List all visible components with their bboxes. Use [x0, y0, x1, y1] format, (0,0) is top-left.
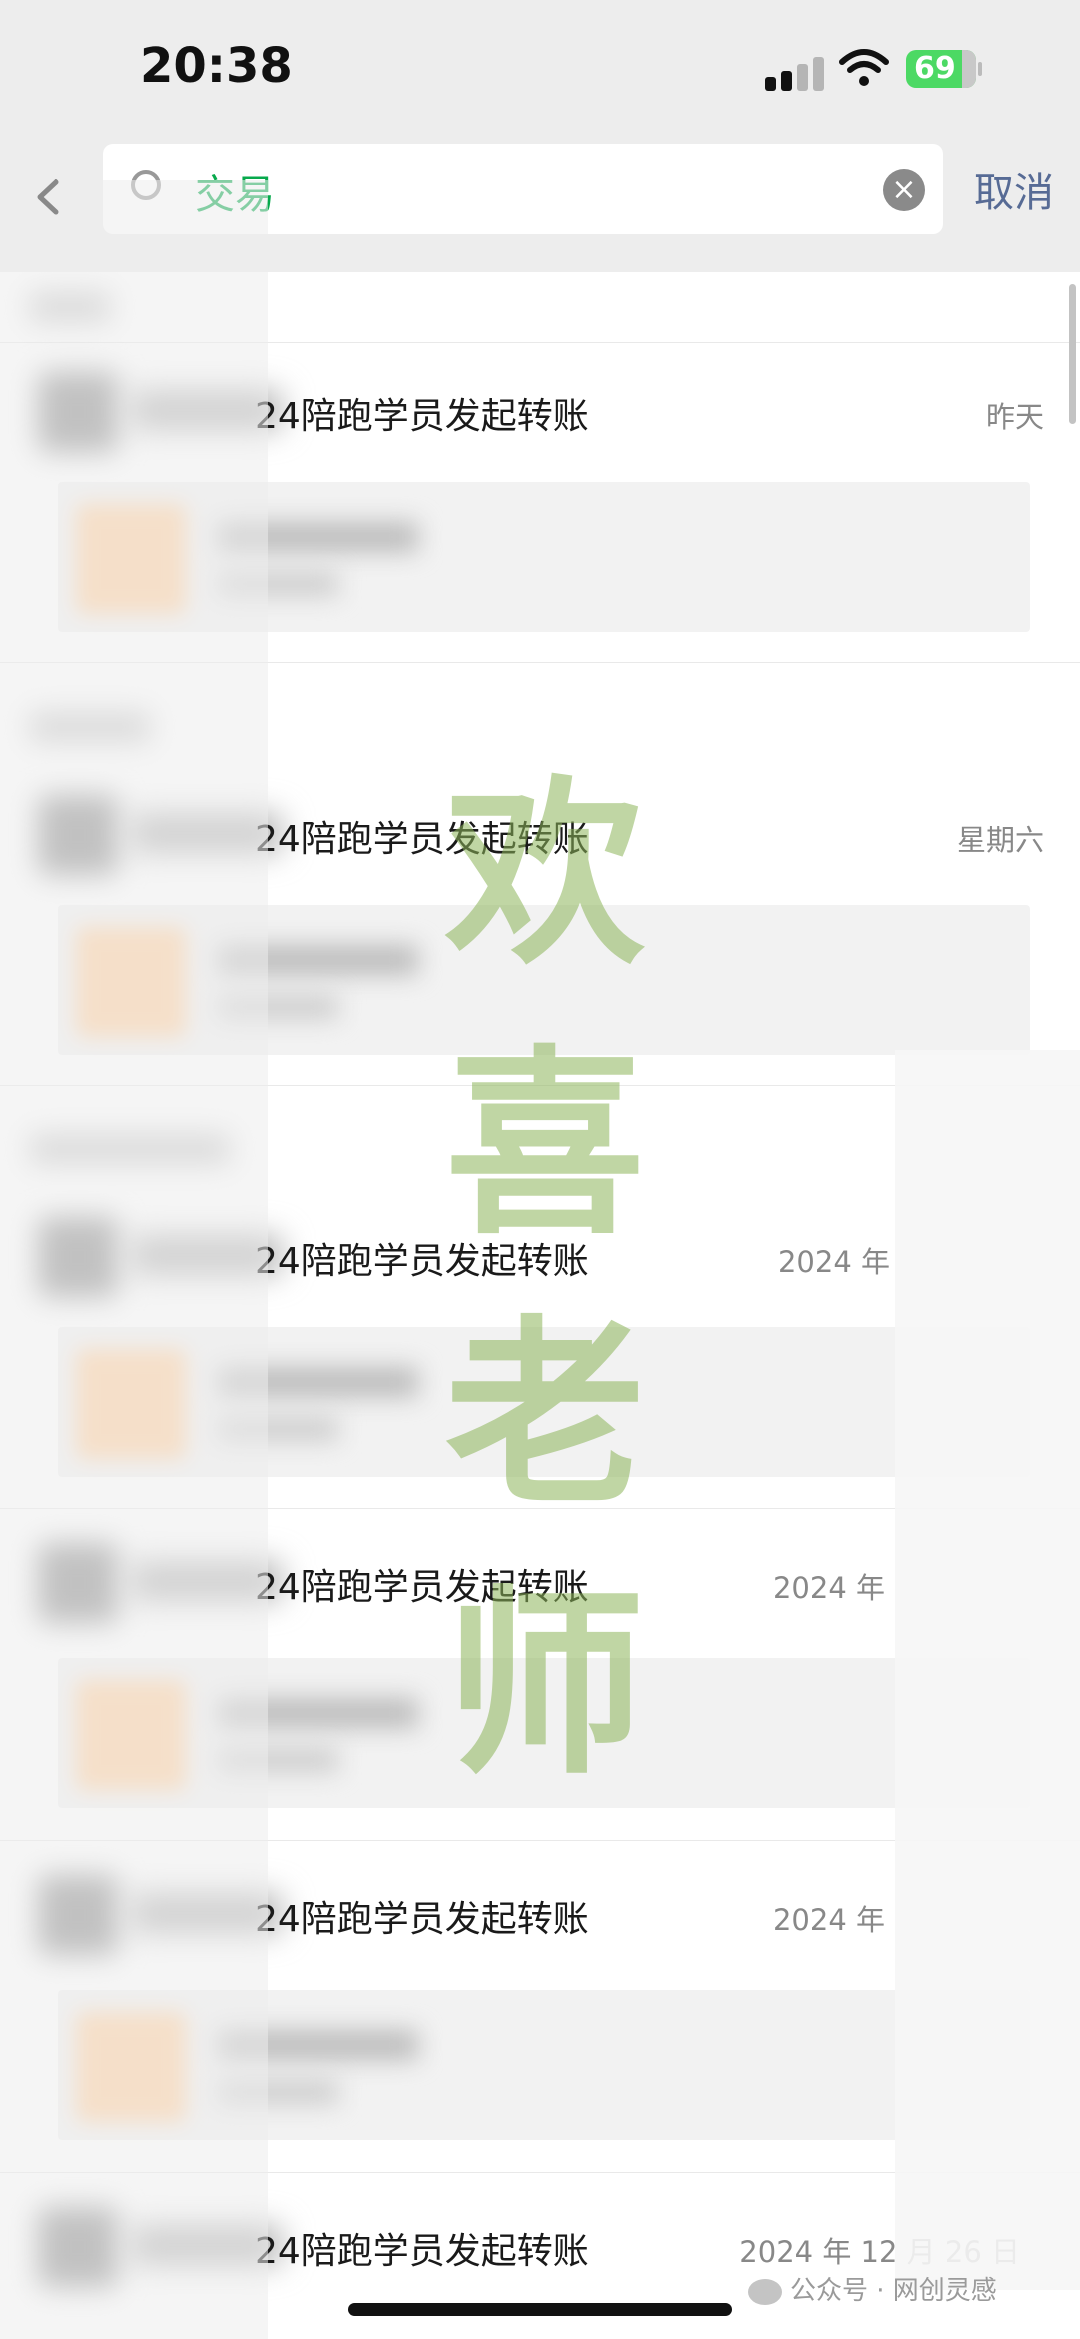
battery-level: 69 — [914, 51, 956, 86]
home-indicator[interactable] — [348, 2303, 732, 2316]
watermark-char: 老 — [444, 1297, 645, 1532]
privacy-blur-overlay — [895, 1050, 1080, 2290]
result-date: 星期六 — [956, 823, 1044, 857]
watermark-char: 欢 — [444, 757, 645, 992]
privacy-blur-overlay — [0, 180, 268, 2339]
status-bar: 20:38 69 — [0, 0, 1080, 140]
result-title: 24陪跑学员发起转账 — [255, 2231, 589, 2272]
source-label: 公众号 · 网创灵感 — [790, 2276, 997, 2306]
signal-icon — [765, 55, 825, 91]
watermark-char: 喜 — [444, 1027, 645, 1262]
clear-icon[interactable]: × — [883, 169, 925, 211]
result-title: 24陪跑学员发起转账 — [255, 396, 589, 437]
battery-charging-icon: 69 — [906, 50, 982, 88]
source-watermark: 公众号 · 网创灵感 — [748, 2270, 997, 2307]
wechat-icon — [748, 2278, 782, 2305]
result-date: 昨天 — [985, 400, 1044, 434]
result-title: 24陪跑学员发起转账 — [255, 1899, 589, 1940]
watermark-char: 师 — [444, 1567, 645, 1802]
result-date: 2024 年 — [772, 1903, 885, 1937]
status-time: 20:38 — [140, 38, 293, 94]
wifi-icon — [839, 49, 889, 86]
result-date: 2024 年 — [777, 1245, 890, 1279]
result-date: 2024 年 — [772, 1571, 885, 1605]
cancel-button[interactable]: 取消 — [974, 160, 1054, 218]
